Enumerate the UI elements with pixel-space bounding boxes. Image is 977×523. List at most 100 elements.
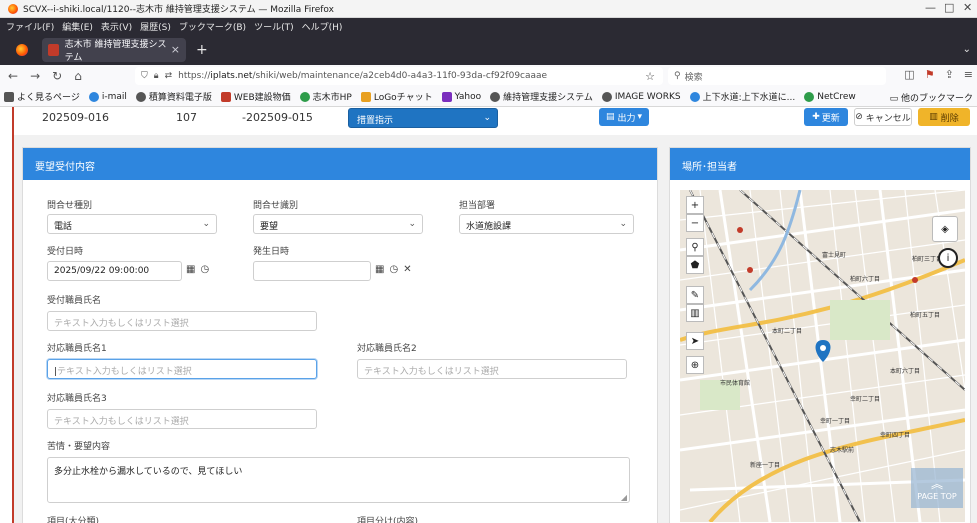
maximize-button[interactable]: □: [944, 1, 954, 14]
polygon-tool-icon[interactable]: ⬟: [686, 256, 704, 274]
clear-x-icon[interactable]: ✕: [403, 264, 411, 275]
pocket-icon[interactable]: ◫: [904, 68, 914, 81]
map-label: 本町二丁目: [772, 328, 803, 335]
bookmark-image-works[interactable]: IMAGE WORKS: [601, 91, 681, 102]
bookmark-star-icon[interactable]: ☆: [645, 70, 655, 83]
trash-tool-icon[interactable]: ▥: [686, 304, 704, 322]
globe-icon: [490, 91, 501, 102]
clock-icon[interactable]: ◷: [200, 264, 209, 275]
search-bar[interactable]: ⚲ 検索: [668, 67, 886, 85]
page-top-button[interactable]: ︽ PAGE TOP: [911, 468, 963, 508]
folder-icon: ▭: [889, 94, 901, 104]
zoom-out-button[interactable]: −: [686, 214, 704, 232]
bookmark-yahoo[interactable]: Yahoo: [441, 91, 481, 102]
responder1-label: 対応職員氏名1: [47, 344, 107, 354]
caret-down-icon: ▾: [637, 112, 643, 122]
marker-tool-icon[interactable]: ⚲: [686, 238, 704, 256]
url-prefix: https://: [178, 71, 211, 81]
bookmark-imail[interactable]: i-mail: [88, 91, 127, 102]
locate-crosshair-icon[interactable]: ⊕: [686, 356, 704, 374]
update-button[interactable]: ✚ 更新: [804, 108, 848, 126]
responder3-input[interactable]: テキスト入力もしくはリスト選択: [47, 409, 317, 429]
bookmark-maintenance[interactable]: 維持管理支援システム: [490, 90, 593, 103]
netcrew-icon: [804, 91, 815, 102]
status-value: 措置指示: [357, 116, 394, 126]
bookmark-web-bukka[interactable]: WEB建設物価: [220, 90, 291, 103]
record-header: 202509-016 107 -202509-015 措置指示 ⌄ ▤ 出力 ▾…: [14, 107, 977, 129]
menu-view[interactable]: 表示(V): [101, 20, 132, 33]
cancel-icon: ⊘: [855, 112, 863, 122]
responder2-input[interactable]: テキスト入力もしくはリスト選択: [357, 359, 627, 379]
mail-icon: [88, 91, 99, 102]
clock-icon[interactable]: ◷: [389, 264, 398, 275]
responder2-label: 対応職員氏名2: [357, 344, 417, 354]
map-label: 本町六丁目: [890, 368, 921, 375]
zoom-in-button[interactable]: +: [686, 196, 704, 214]
menu-hamburger-icon[interactable]: ≡: [964, 68, 973, 81]
bookmark-netcrew[interactable]: NetCrew: [804, 91, 856, 102]
inquiry-type-select[interactable]: 電話 ⌄: [47, 214, 217, 234]
layers-icon[interactable]: ◈: [932, 216, 958, 242]
url-bar[interactable]: ⛉ 🔒︎ ⇄ https://iplats.net/shiki/web/main…: [135, 67, 663, 85]
bookmark-logo-chat[interactable]: LoGoチャット: [360, 90, 433, 103]
responder1-input[interactable]: |テキスト入力もしくはリスト選択: [47, 359, 317, 379]
inquiry-kind-label: 問合せ識別: [253, 201, 299, 211]
occurred-at-picker: ▦ ◷ ✕: [375, 264, 412, 275]
received-at-input[interactable]: 2025/09/22 09:00:00: [47, 261, 182, 281]
new-tab-button[interactable]: +: [196, 42, 208, 58]
bookmark-water[interactable]: 上下水道:上下水道に...: [689, 90, 795, 103]
receiver-input[interactable]: テキスト入力もしくはリスト選択: [47, 311, 317, 331]
department-select[interactable]: 水道施設課 ⌄: [459, 214, 634, 234]
firefox-view-icon[interactable]: [16, 43, 28, 56]
edit-tool-icon[interactable]: ✎: [686, 286, 704, 304]
map-label: 幸町四丁目: [880, 432, 911, 439]
status-select[interactable]: 措置指示 ⌄: [348, 108, 498, 128]
department-value: 水道施設課: [466, 222, 512, 232]
menu-file[interactable]: ファイル(F): [6, 20, 54, 33]
menu-history[interactable]: 履歴(S): [140, 20, 171, 33]
info-icon[interactable]: i: [938, 248, 958, 268]
bookmark-sekisan[interactable]: 積算資料電子版: [135, 90, 212, 103]
minimize-button[interactable]: —: [925, 1, 936, 14]
tab-list-chevron-icon[interactable]: ⌄: [963, 44, 971, 55]
output-button[interactable]: ▤ 出力 ▾: [599, 108, 649, 126]
tab-close-button[interactable]: ×: [171, 43, 180, 56]
search-icon: ⚲: [674, 71, 681, 81]
shield-icon[interactable]: ⛉: [141, 71, 148, 81]
menu-tools[interactable]: ツール(T): [254, 20, 294, 33]
home-icon[interactable]: ⌂: [74, 69, 82, 83]
complaint-textarea[interactable]: 多分止水栓から漏水しているので、見てほしい ◢: [47, 457, 630, 503]
bookmark-shiki-hp[interactable]: 志木市HP: [299, 90, 352, 103]
chevron-down-icon: ⌄: [408, 219, 416, 229]
nav-toolbar: ← → ↻ ⌂ ⛉ 🔒︎ ⇄ https://iplats.net/shiki/…: [0, 65, 977, 87]
occurred-at-input[interactable]: [253, 261, 371, 281]
calendar-icon[interactable]: ▦: [186, 264, 195, 275]
browser-chrome: ファイル(F) 編集(E) 表示(V) 履歴(S) ブックマーク(B) ツール(…: [0, 18, 977, 65]
close-window-button[interactable]: ✕: [963, 1, 972, 14]
delete-button[interactable]: ▥ 削除: [918, 108, 970, 126]
share-icon[interactable]: ⇪: [945, 68, 954, 81]
menu-bookmarks[interactable]: ブックマーク(B): [179, 20, 246, 33]
chat-icon: [360, 91, 371, 102]
other-bookmarks[interactable]: ▭ 他のブックマーク: [890, 91, 973, 104]
lock-icon[interactable]: 🔒︎: [154, 71, 159, 81]
calendar-icon[interactable]: ▦: [375, 264, 384, 275]
extension-icon[interactable]: ⚑: [925, 68, 935, 81]
permissions-icon[interactable]: ⇄: [165, 71, 173, 81]
menu-edit[interactable]: 編集(E): [62, 20, 93, 33]
back-arrow-icon[interactable]: ←: [8, 69, 18, 83]
menu-help[interactable]: ヘルプ(H): [302, 20, 343, 33]
reload-icon[interactable]: ↻: [52, 69, 62, 83]
delete-label: 削除: [940, 113, 959, 124]
map-label: 富士見町: [822, 252, 847, 259]
location-map[interactable]: 富士見町 柏町三丁目 柏町六丁目 柏町五丁目 市民体育館 本町二丁目 幸町二丁目…: [680, 190, 965, 522]
inquiry-kind-select[interactable]: 要望 ⌄: [253, 214, 423, 234]
navigate-arrow-icon[interactable]: ➤: [686, 332, 704, 350]
cancel-button[interactable]: ⊘ キャンセル: [854, 108, 912, 126]
other-bookmarks-label: 他のブックマーク: [900, 94, 973, 104]
bookmark-frequent[interactable]: よく見るページ: [4, 90, 80, 103]
resize-handle-icon[interactable]: ◢: [621, 493, 627, 502]
tab-active[interactable]: 志木市 維持管理支援システム ×: [42, 37, 186, 63]
forward-arrow-icon[interactable]: →: [30, 69, 40, 83]
url-path: /shiki/web/maintenance/a2ceb4d0-a4a3-11f…: [252, 71, 548, 81]
